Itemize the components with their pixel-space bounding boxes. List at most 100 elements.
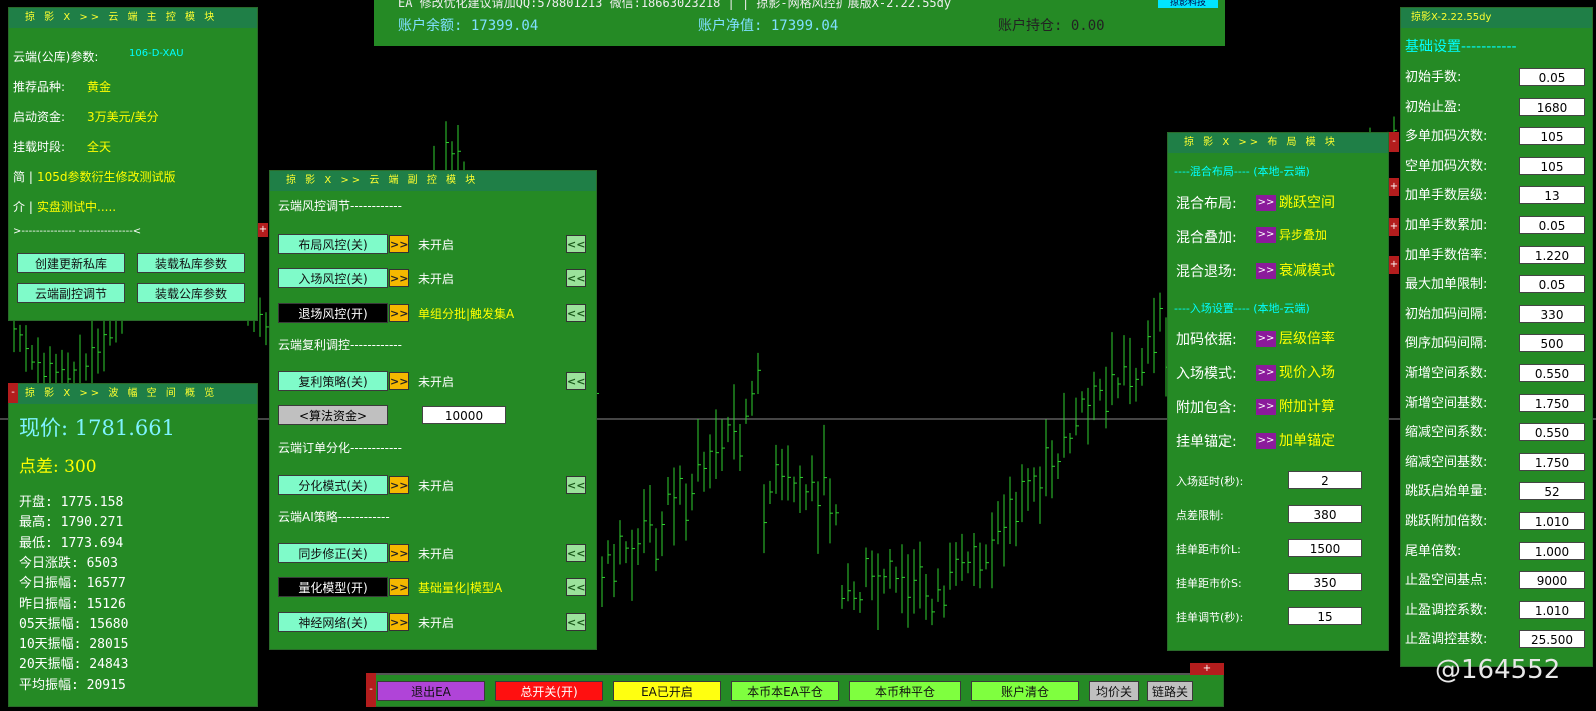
- mode-selector[interactable]: >> 加单锚定: [1256, 430, 1335, 450]
- setting-input[interactable]: 1680: [1519, 97, 1585, 116]
- expand-tab[interactable]: +: [1389, 218, 1399, 236]
- mode-selector[interactable]: >> 衰减模式: [1256, 260, 1335, 280]
- expand-tab[interactable]: +: [1389, 256, 1399, 274]
- forward-arrow-button[interactable]: >>: [389, 304, 409, 322]
- forward-arrow-button[interactable]: >>: [389, 544, 409, 562]
- field-input[interactable]: 380: [1288, 505, 1362, 523]
- expand-tab[interactable]: +: [1190, 663, 1224, 675]
- forward-arrow-button[interactable]: >>: [389, 476, 409, 494]
- field-input[interactable]: 2: [1288, 471, 1362, 489]
- back-arrow-button[interactable]: <<: [566, 269, 586, 287]
- section-mixed-layout: ----混合布局---- (本地-云端): [1174, 165, 1310, 178]
- param-value: 黄金: [87, 80, 112, 94]
- setting-input[interactable]: 0.05: [1519, 216, 1585, 234]
- toolbar-button[interactable]: 账户清仓: [971, 681, 1079, 701]
- algorithm-capital-button[interactable]: <算法资金>: [278, 405, 388, 425]
- setting-input[interactable]: 13: [1519, 186, 1585, 205]
- param-label: 推荐品种:: [13, 80, 66, 94]
- field-input[interactable]: 15: [1288, 607, 1362, 625]
- stat-line: 05天振幅: 15680: [19, 616, 129, 632]
- sub-control-toggle[interactable]: 布局风控(关): [278, 234, 388, 254]
- setting-label: 渐增空间系数:: [1405, 366, 1488, 381]
- back-arrow-button[interactable]: <<: [566, 613, 586, 631]
- account-header: EA 修改优化建议请加QQ:578801213 微信:18663023218 |…: [374, 0, 1225, 46]
- main-control-panel: 掠 影 X >> 云 端 主 控 模 块 云端(公库)参数: 106-D-XAU 推…: [8, 7, 258, 321]
- setting-label: 多单加码次数:: [1405, 129, 1488, 145]
- setting-input[interactable]: 1.750: [1519, 393, 1585, 412]
- toolbar-button[interactable]: 退出EA: [377, 681, 485, 701]
- setting-input[interactable]: 0.550: [1519, 423, 1585, 442]
- back-arrow-button[interactable]: <<: [566, 372, 586, 390]
- load-private-params-button[interactable]: 装载私库参数: [137, 253, 245, 273]
- sub-control-toggle[interactable]: 退场风控(开): [278, 303, 388, 323]
- field-input[interactable]: 1500: [1288, 539, 1362, 557]
- toolbar-button[interactable]: EA已开启: [613, 681, 721, 701]
- back-arrow-button[interactable]: <<: [566, 578, 586, 596]
- setting-input[interactable]: 0.550: [1519, 364, 1585, 382]
- setting-input[interactable]: 330: [1519, 304, 1585, 323]
- cloud-sub-control-button[interactable]: 云端副控调节: [17, 283, 125, 303]
- expand-tab[interactable]: +: [258, 223, 268, 237]
- setting-input[interactable]: 1.220: [1519, 245, 1585, 264]
- brand-badge[interactable]: 掠影科技: [1158, 0, 1218, 8]
- field-input[interactable]: 350: [1288, 573, 1362, 591]
- setting-input[interactable]: 0.05: [1519, 68, 1585, 86]
- setting-input[interactable]: 1.750: [1519, 452, 1585, 471]
- field-label: 入场延时(秒):: [1176, 475, 1244, 488]
- setting-input[interactable]: 105: [1519, 127, 1585, 146]
- mode-selector[interactable]: >> 层级倍率: [1256, 328, 1335, 348]
- sub-control-toggle[interactable]: 量化模型(开): [278, 577, 388, 597]
- mode-label: 混合叠加:: [1176, 230, 1237, 246]
- param-value: 105d参数衍生修改测试版: [37, 170, 176, 184]
- back-arrow-button[interactable]: <<: [566, 235, 586, 253]
- setting-input[interactable]: 52: [1519, 482, 1585, 501]
- setting-input[interactable]: 500: [1519, 334, 1585, 353]
- load-public-params-button[interactable]: 装载公库参数: [137, 283, 245, 303]
- create-private-library-button[interactable]: 创建更新私库: [17, 253, 125, 273]
- forward-arrow-button[interactable]: >>: [389, 578, 409, 596]
- collapse-tab[interactable]: -: [1389, 132, 1399, 152]
- mode-selector[interactable]: >> 跳跃空间: [1256, 192, 1335, 212]
- toolbar-button[interactable]: 总开关(开): [495, 681, 603, 701]
- setting-label: 加单手数层级:: [1405, 188, 1488, 204]
- mode-selector[interactable]: >> 现价入场: [1256, 362, 1335, 382]
- stat-line: 昨日振幅: 15126: [19, 596, 126, 612]
- collapse-tab[interactable]: -: [8, 383, 18, 403]
- field-label: 挂单距市价S:: [1176, 577, 1242, 590]
- layout-panel: 掠 影 X >> 布 局 模 块 ----混合布局---- (本地-云端) --…: [1167, 132, 1389, 651]
- forward-arrow-button[interactable]: >>: [389, 613, 409, 631]
- setting-input[interactable]: 105: [1519, 156, 1585, 175]
- algorithm-capital-input[interactable]: 10000: [422, 406, 506, 424]
- mode-selector[interactable]: >> 附加计算: [1256, 396, 1335, 416]
- setting-input[interactable]: 1.010: [1519, 600, 1585, 619]
- mode-selector[interactable]: >> 异步叠加: [1256, 226, 1327, 243]
- sub-control-toggle[interactable]: 同步修正(关): [278, 543, 388, 563]
- back-arrow-button[interactable]: <<: [566, 304, 586, 322]
- collapse-tab[interactable]: -: [366, 673, 376, 707]
- setting-input[interactable]: 25.500: [1519, 630, 1585, 649]
- toolbar-button[interactable]: 本币种平仓: [849, 681, 961, 701]
- setting-input[interactable]: 0.05: [1519, 275, 1585, 294]
- forward-arrow-button[interactable]: >>: [389, 235, 409, 253]
- setting-input[interactable]: 1.000: [1519, 541, 1585, 560]
- param-value: 全天: [87, 140, 112, 154]
- toolbar-button[interactable]: 链路关: [1147, 681, 1193, 701]
- toolbar-button[interactable]: 本币本EA平仓: [731, 681, 839, 701]
- setting-input[interactable]: 1.010: [1519, 512, 1585, 530]
- forward-arrow-icon: >>: [1256, 227, 1276, 243]
- setting-input[interactable]: 9000: [1519, 571, 1585, 590]
- sub-control-toggle[interactable]: 入场风控(关): [278, 268, 388, 288]
- toolbar-button[interactable]: 均价关: [1089, 681, 1139, 701]
- sub-control-toggle[interactable]: 分化模式(关): [278, 475, 388, 495]
- field-label: 挂单距市价L:: [1176, 543, 1241, 556]
- back-arrow-button[interactable]: <<: [566, 544, 586, 562]
- sub-control-toggle[interactable]: 神经网络(关): [278, 612, 388, 632]
- back-arrow-button[interactable]: <<: [566, 476, 586, 494]
- status-text: 未开启: [418, 479, 455, 493]
- sub-control-toggle[interactable]: 复利策略(关): [278, 371, 388, 391]
- forward-arrow-button[interactable]: >>: [389, 269, 409, 287]
- account-balance: 账户余额: 17399.04: [398, 18, 539, 34]
- forward-arrow-button[interactable]: >>: [389, 372, 409, 390]
- expand-tab[interactable]: +: [1389, 178, 1399, 196]
- panel-title: 掠 影 X >> 云 端 副 控 模 块: [270, 171, 596, 191]
